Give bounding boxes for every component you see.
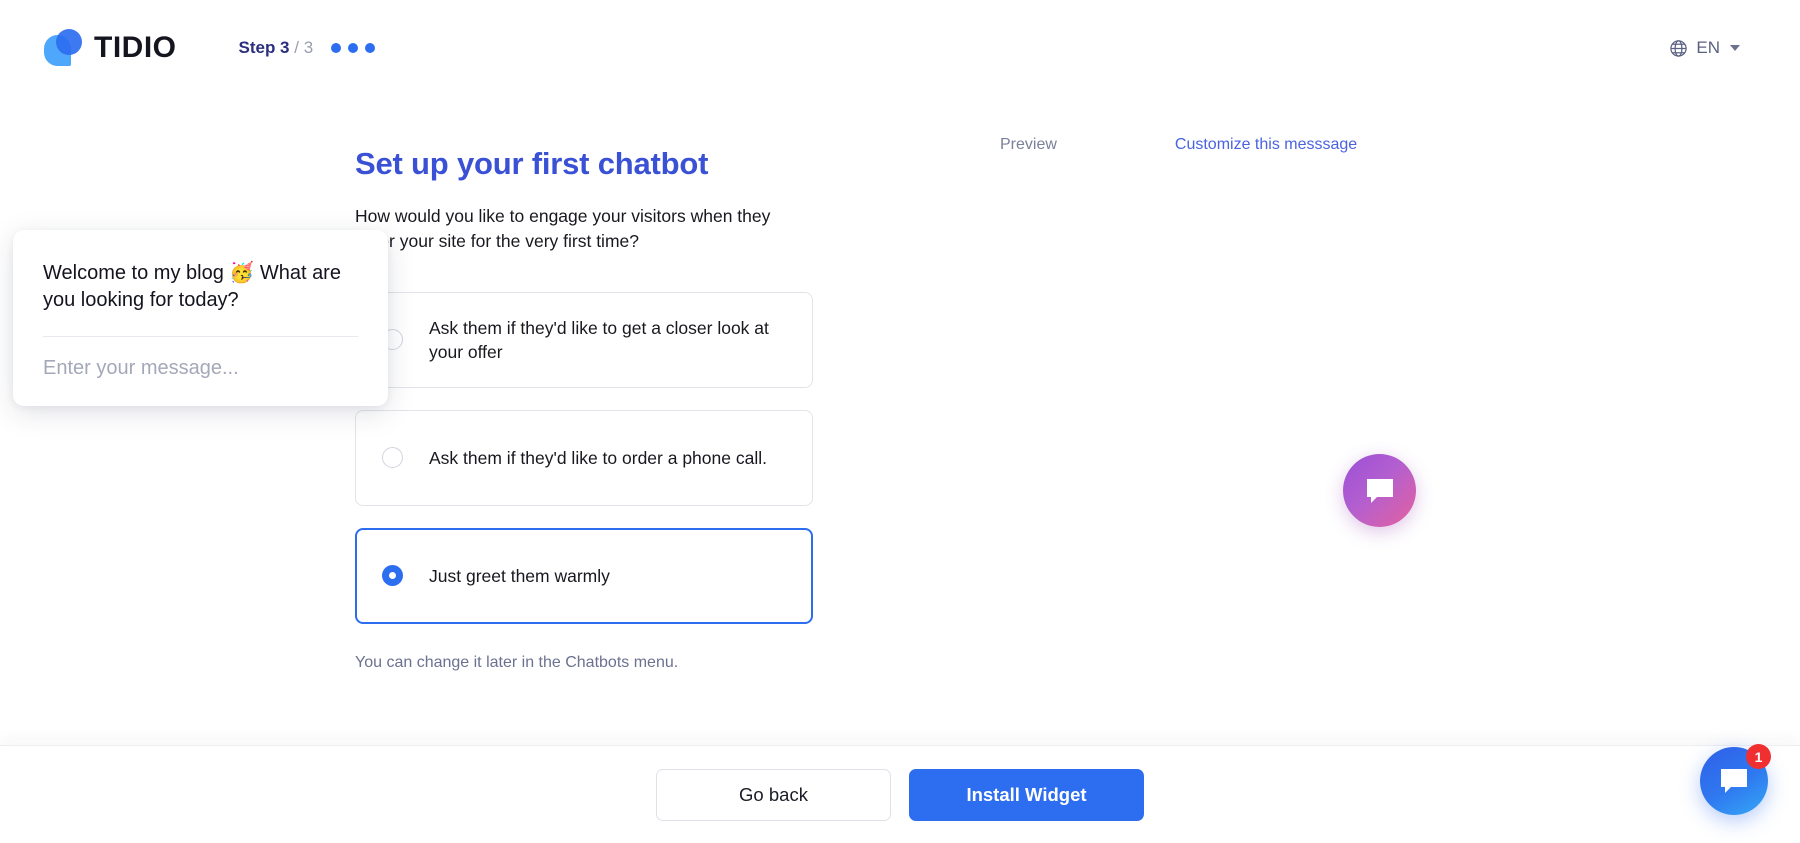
page-title: Set up your first chatbot (355, 146, 825, 182)
page-header: TIDIO Step 3 / 3 EN (0, 0, 1800, 96)
page-subtitle: How would you like to engage your visito… (355, 204, 785, 254)
go-back-button[interactable]: Go back (656, 769, 891, 821)
step-dot (348, 43, 358, 53)
chevron-down-icon (1730, 45, 1740, 51)
option-label-1: Ask them if they'd like to order a phone… (429, 446, 767, 470)
tidio-logo-icon (44, 28, 83, 69)
language-selector[interactable]: EN (1669, 38, 1756, 58)
radio-button-1[interactable] (382, 447, 403, 468)
preview-panel: Preview Customize this messsage (1000, 136, 1470, 154)
preview-header: Preview Customize this messsage (1000, 136, 1470, 154)
preview-chat-bubble-icon (1343, 454, 1416, 527)
step-indicator: Step 3 / 3 (239, 38, 376, 58)
chat-preview-card: Welcome to my blog 🥳 What are you lookin… (13, 230, 388, 406)
step-current: Step 3 (239, 38, 290, 57)
option-label-2: Just greet them warmly (429, 564, 610, 588)
setup-form: Set up your first chatbot How would you … (355, 146, 825, 672)
install-widget-button[interactable]: Install Widget (909, 769, 1144, 821)
brand-logo[interactable]: TIDIO (44, 28, 177, 69)
chat-message-input[interactable]: Enter your message... (43, 357, 358, 380)
globe-icon (1669, 39, 1688, 58)
step-dot (331, 43, 341, 53)
step-dot (365, 43, 375, 53)
chat-divider (43, 336, 358, 337)
step-total: / 3 (294, 38, 313, 57)
option-row-0[interactable]: Ask them if they'd like to get a closer … (355, 292, 813, 388)
option-row-2[interactable]: Just greet them warmly (355, 528, 813, 624)
chat-bubble-icon (1365, 477, 1395, 505)
main-content: Set up your first chatbot How would you … (0, 96, 1800, 746)
chat-bubble-icon (1719, 767, 1749, 795)
preview-label: Preview (1000, 136, 1057, 154)
page-footer: Go back Install Widget (0, 746, 1800, 843)
helper-note: You can change it later in the Chatbots … (355, 654, 825, 672)
step-dots (331, 43, 375, 53)
chat-launcher[interactable]: 1 (1700, 747, 1768, 815)
option-row-1[interactable]: Ask them if they'd like to order a phone… (355, 410, 813, 506)
radio-button-2[interactable] (382, 565, 403, 586)
language-value: EN (1696, 38, 1720, 58)
brand-name: TIDIO (94, 31, 177, 65)
unread-badge: 1 (1746, 744, 1771, 769)
chat-welcome-message: Welcome to my blog 🥳 What are you lookin… (43, 260, 358, 314)
step-label: Step 3 / 3 (239, 38, 314, 58)
customize-message-link[interactable]: Customize this messsage (1175, 136, 1357, 154)
option-label-0: Ask them if they'd like to get a closer … (429, 316, 790, 364)
